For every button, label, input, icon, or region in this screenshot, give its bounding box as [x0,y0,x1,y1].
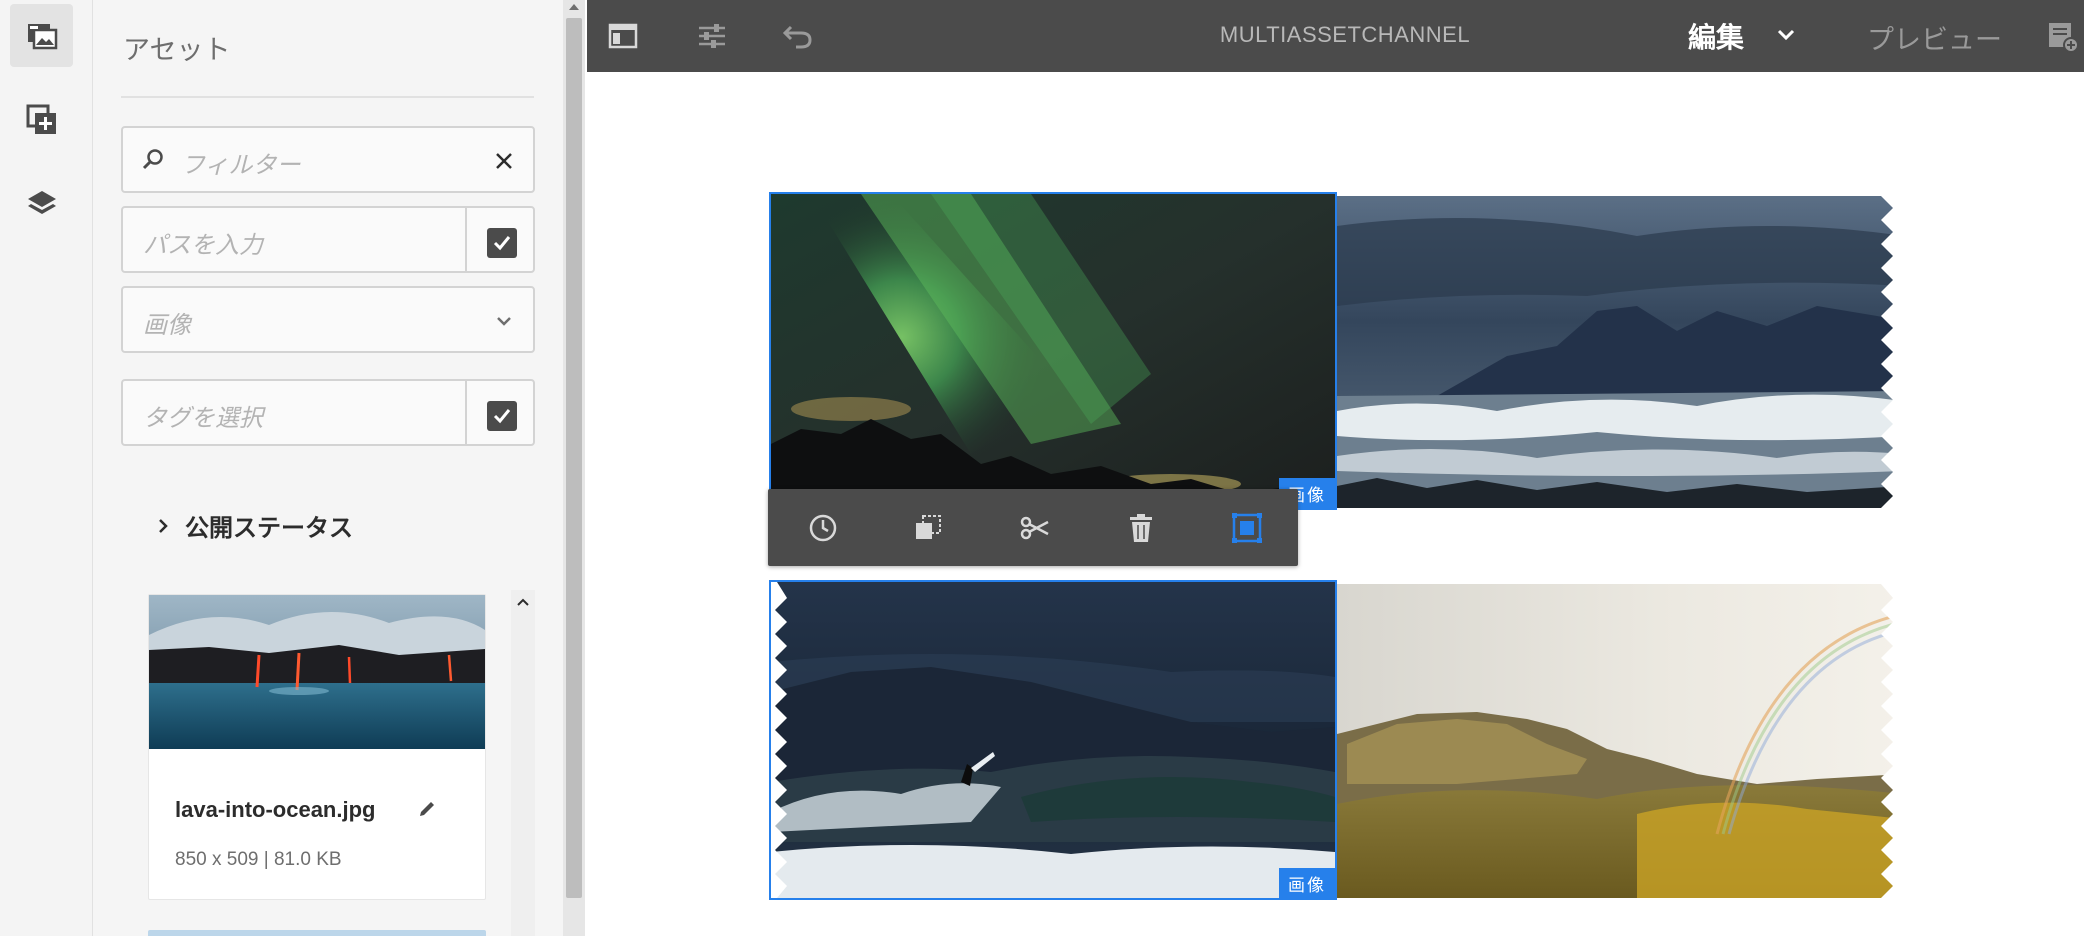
panel-scrollbar[interactable] [563,0,585,936]
chevron-up-icon[interactable] [515,594,531,610]
scissors-icon [1020,516,1049,540]
field-separator [465,381,467,444]
jagged-edge [1881,196,1903,508]
asset-type-select[interactable]: 画像 [121,286,535,353]
asset-list-scrollbar[interactable] [511,590,535,936]
filter-input[interactable]: フィルター [181,145,301,180]
check-icon [493,236,511,251]
mountain-image-component[interactable] [1337,584,1903,898]
asset-type-value: 画像 [143,312,191,339]
asset-card[interactable] [148,930,486,936]
path-field[interactable]: パスを入力 [121,206,535,273]
annotation-add-icon [2049,23,2079,53]
publish-status-label: 公開ステータス [185,515,353,542]
image-badge: 画像 [1279,868,1335,898]
components-tab-button[interactable] [10,88,73,151]
tags-checkbox[interactable] [487,401,517,431]
select-parent-button[interactable] [1226,507,1268,549]
delete-button[interactable] [1120,507,1162,549]
assets-panel: アセット フィルター パスを入力 画像 タグを選択 公開ステータス lava-i… [93,0,565,936]
asset-name: lava-into-ocean.jpg [175,797,376,822]
divider [121,96,534,98]
path-input[interactable]: パスを入力 [143,225,263,260]
surfer-image [771,582,1335,898]
tags-input[interactable]: タグを選択 [143,398,263,433]
preview-button[interactable]: プレビュー [1867,18,2002,57]
side-rail [0,0,93,936]
field-separator [465,208,467,271]
asset-card[interactable]: lava-into-ocean.jpg 850 x 509 | 81.0 KB [148,594,486,900]
history-button[interactable] [802,507,844,549]
clock-icon [809,514,837,542]
sea-image-component[interactable] [1337,196,1903,508]
jagged-edge [771,582,787,898]
components-icon [26,104,56,134]
panel-title: アセット [123,35,231,65]
asset-meta: 850 x 509 | 81.0 KB [175,849,342,870]
chevron-down-icon[interactable] [1773,22,1799,48]
tags-field[interactable]: タグを選択 [121,379,535,446]
asset-thumbnail[interactable] [149,595,485,749]
assets-icon [27,23,57,49]
editor-toolbar: MULTIASSETCHANNEL 編集 プレビュー [587,0,2084,72]
mountain-rainbow-image [1337,584,1903,898]
path-checkbox[interactable] [487,228,517,258]
filter-search-field[interactable]: フィルター [121,126,535,193]
lava-thumbnail-image [149,595,485,749]
aurora-image [771,194,1335,508]
annotations-button[interactable] [2042,16,2082,56]
surfer-image-component[interactable]: 画像 [769,580,1337,900]
layers-tab-button[interactable] [10,172,73,235]
copy-button[interactable] [908,507,950,549]
edit-pencil-icon[interactable] [417,799,437,819]
component-toolbar [768,489,1298,566]
chevron-down-icon [497,317,511,326]
search-icon [142,149,163,170]
mode-selector-label[interactable]: 編集 [1688,16,1744,56]
layers-icon [27,190,56,214]
scroll-up-arrow-icon[interactable] [567,0,581,14]
stormy-sea-image [1337,196,1903,508]
chevron-right-icon [159,518,168,533]
check-icon [493,409,511,424]
publish-status-toggle[interactable]: 公開ステータス [153,508,353,543]
assets-tab-button[interactable] [10,4,73,67]
jagged-edge [1881,584,1903,898]
parent-select-icon [1232,513,1262,543]
clear-icon[interactable] [495,152,513,170]
cut-button[interactable] [1014,507,1056,549]
page-title: MULTIASSETCHANNEL [1219,22,1471,47]
scrollbar-thumb[interactable] [566,18,582,898]
copy-icon [916,515,941,539]
trash-icon [1130,514,1152,542]
aurora-image-component[interactable]: 画像 [769,192,1337,510]
page-canvas: 画像 画像 [587,72,2084,936]
